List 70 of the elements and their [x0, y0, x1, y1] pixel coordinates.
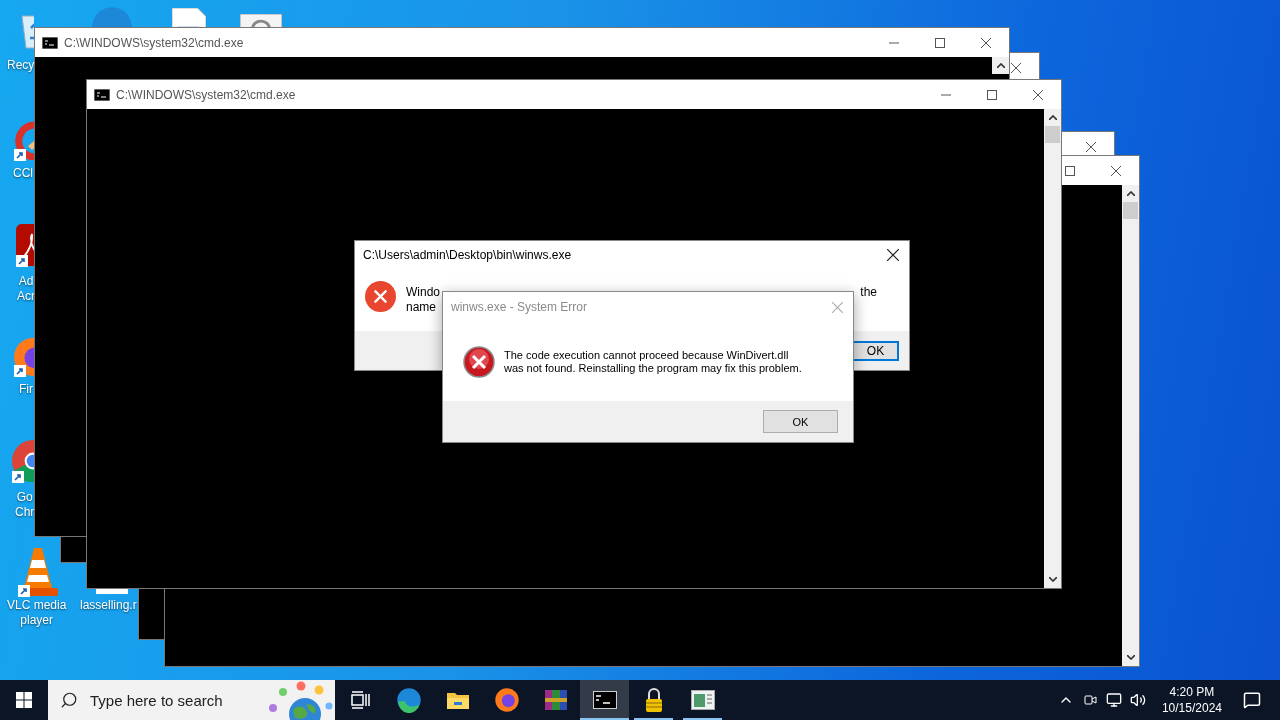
- windows-logo-icon: [16, 692, 32, 708]
- console-icon: [94, 88, 110, 101]
- close-icon: [1086, 141, 1096, 152]
- dialog-message: name: [406, 300, 437, 315]
- close-icon: [981, 37, 991, 48]
- app-window-icon: [690, 690, 715, 710]
- dialog-title: C:\Users\admin\Desktop\bin\winws.exe: [363, 248, 572, 262]
- chevron-down-icon: [1126, 655, 1135, 660]
- ok-button[interactable]: OK: [763, 410, 838, 433]
- maximize-icon: [935, 37, 945, 48]
- message-icon: [1243, 691, 1261, 709]
- close-icon: [887, 249, 899, 261]
- task-view-icon: [349, 691, 370, 709]
- dialog-message: The code execution cannot proceed because WinDivert.dll was not found. Reinstalling the program may fix this problem.: [504, 348, 802, 375]
- dialog-title: winws.exe - System Error: [451, 300, 588, 314]
- search-field[interactable]: Type here to search: [88, 690, 251, 710]
- speaker-icon: [1129, 692, 1146, 708]
- desktop-icon-label[interactable]: Fir: [19, 382, 33, 397]
- desktop-icon-label[interactable]: Ad Acr: [17, 274, 35, 304]
- desktop-icon-label[interactable]: VLC media player: [7, 598, 67, 628]
- broom-icon: [14, 120, 34, 160]
- minimize-icon: [941, 93, 951, 96]
- error-icon: [463, 345, 495, 378]
- taskbar-app-button[interactable]: [580, 680, 629, 720]
- padlock-icon: [644, 687, 663, 713]
- scroll-thumb[interactable]: [1123, 202, 1138, 219]
- folder-icon: [445, 690, 470, 710]
- chevron-down-icon: [1048, 577, 1057, 582]
- close-icon: [832, 301, 843, 313]
- maximize-button[interactable]: [934, 36, 946, 49]
- desktop-icon-label[interactable]: lasselling.r: [80, 598, 137, 613]
- close-button[interactable]: [885, 247, 901, 263]
- window-title: C:\WINDOWS\system32\cmd.exe: [116, 87, 296, 102]
- close-button[interactable]: [1110, 164, 1122, 177]
- maximize-icon: [1065, 165, 1075, 176]
- chevron-up-icon: [1126, 191, 1135, 196]
- firefox-icon: [493, 687, 520, 713]
- edge-icon: [395, 687, 422, 713]
- maximize-button[interactable]: [986, 88, 998, 101]
- close-icon: [1111, 165, 1121, 176]
- scrollbar[interactable]: [1044, 109, 1061, 588]
- books-icon: [543, 688, 568, 712]
- camera-icon: [1081, 692, 1098, 708]
- maximize-icon: [987, 89, 997, 100]
- close-button[interactable]: [1010, 61, 1022, 74]
- console-icon: [42, 36, 58, 49]
- dialog-message: Windo: [406, 285, 440, 300]
- ok-button[interactable]: OK: [852, 340, 899, 361]
- dialog-message: the: [860, 285, 877, 300]
- search-icon: [60, 691, 78, 709]
- console-icon: [592, 691, 617, 709]
- maximize-button[interactable]: [1064, 164, 1076, 177]
- scrollbar[interactable]: [1122, 185, 1139, 666]
- minimize-icon: [889, 41, 899, 44]
- close-button[interactable]: [1032, 88, 1044, 101]
- network-icon: [1105, 692, 1122, 708]
- clock[interactable]: 4:20 PM 10/15/2024: [1153, 684, 1230, 716]
- close-icon: [1011, 62, 1021, 73]
- search-bar[interactable]: Type here to search: [48, 680, 335, 720]
- chevron-up-icon: [996, 63, 1005, 68]
- desktop-icon-label[interactable]: CCl: [13, 166, 33, 181]
- desktop-icon-label[interactable]: Recy: [7, 58, 35, 73]
- scroll-thumb[interactable]: [1045, 126, 1060, 143]
- window-title: C:\WINDOWS\system32\cmd.exe: [64, 35, 244, 50]
- chevron-up-icon: [1048, 115, 1057, 120]
- close-button[interactable]: [1085, 140, 1097, 153]
- close-button[interactable]: [980, 36, 992, 49]
- close-icon: [1033, 89, 1043, 100]
- desktop-icon-label[interactable]: Go Chr: [15, 490, 35, 520]
- error-icon: [365, 281, 396, 312]
